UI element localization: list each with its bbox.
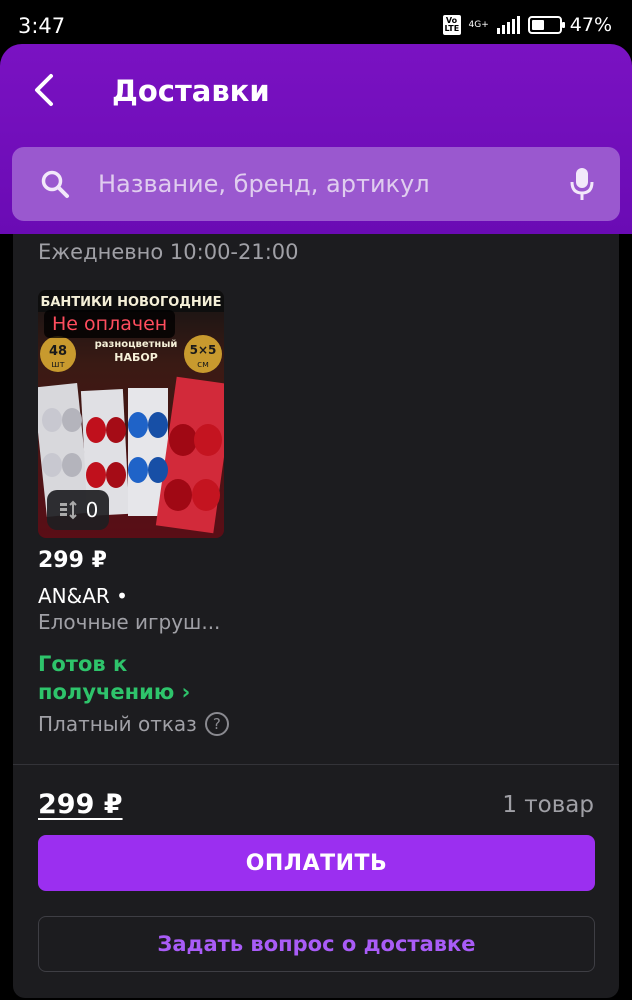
- product-price: 299 ₽: [38, 548, 107, 573]
- battery-icon: [527, 16, 565, 34]
- app-header: Доставки: [0, 44, 632, 234]
- network-type: 4G+: [468, 19, 489, 30]
- search-input[interactable]: [98, 161, 538, 207]
- microphone-icon[interactable]: [570, 167, 594, 201]
- search-bar[interactable]: [12, 147, 620, 221]
- product-category: Елочные игруш...: [38, 610, 221, 634]
- product-brand[interactable]: AN&AR •: [38, 584, 128, 608]
- status-icons: Vo LTE 4G+ 47%: [442, 14, 612, 36]
- status-bar: 3:47 Vo LTE 4G+ 47%: [0, 0, 632, 50]
- signal-icon: [496, 16, 520, 34]
- return-chip[interactable]: 0: [47, 490, 109, 530]
- delivery-status-line2: получению ›: [38, 680, 191, 704]
- delivery-status-link[interactable]: Готов к получению ›: [38, 650, 190, 706]
- chevron-left-icon: [35, 74, 53, 106]
- page-title: Доставки: [112, 74, 270, 108]
- pickup-hours: Ежедневно 10:00-21:00: [38, 240, 299, 264]
- payment-status-badge: Не оплачен: [44, 310, 176, 338]
- help-icon[interactable]: ?: [204, 712, 229, 736]
- image-count-text: 48: [49, 344, 67, 359]
- status-time: 3:47: [18, 14, 66, 38]
- ask-question-button[interactable]: Задать вопрос о доставке: [38, 916, 595, 972]
- image-subtitle-text: разноцветный: [95, 339, 178, 350]
- back-button[interactable]: [24, 68, 64, 112]
- battery-percent: 47%: [569, 14, 612, 36]
- delivery-card: Ежедневно 10:00-21:00 БАНТИКИ НОВОГОДНИЕ…: [13, 234, 619, 998]
- return-count: 0: [85, 498, 99, 522]
- image-count-unit: шт: [51, 360, 64, 370]
- paid-refusal: Платный отказ ?: [38, 712, 229, 736]
- pay-button[interactable]: ОПЛАТИТЬ: [38, 835, 595, 891]
- sort-arrows-icon: [59, 500, 77, 520]
- image-set-text: НАБОР: [114, 351, 158, 364]
- divider: [13, 764, 619, 765]
- paid-refusal-label: Платный отказ: [38, 712, 197, 736]
- volte-icon: Vo LTE: [442, 15, 461, 35]
- delivery-status-line1: Готов к: [38, 652, 128, 676]
- total-price: 299 ₽: [38, 789, 123, 820]
- image-title-text: БАНТИКИ НОВОГОДНИЕ: [40, 295, 221, 310]
- product-image[interactable]: БАНТИКИ НОВОГОДНИЕ разноцветный НАБОР 48…: [38, 290, 224, 538]
- image-size-unit: см: [197, 360, 209, 370]
- item-count: 1 товар: [502, 792, 594, 818]
- image-size-text: 5×5: [190, 343, 217, 357]
- search-icon[interactable]: [40, 169, 70, 199]
